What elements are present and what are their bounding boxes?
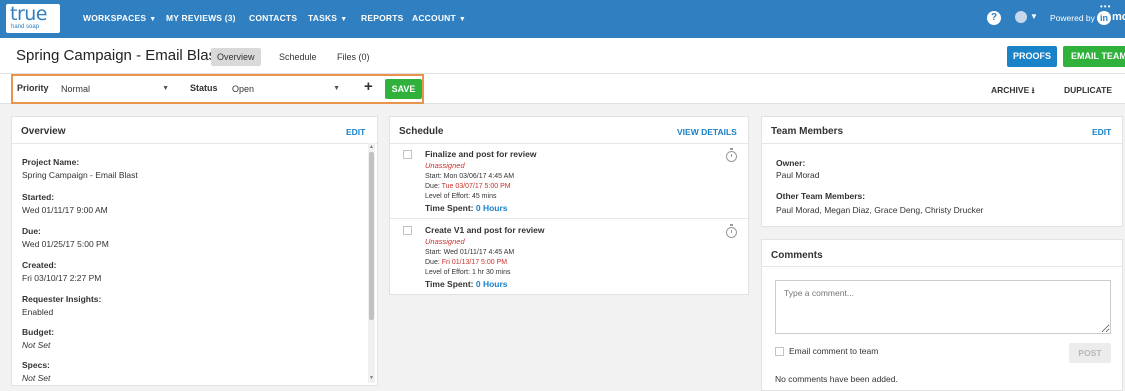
page-title: Spring Campaign - Email Blast — [16, 47, 221, 64]
email-team-button[interactable]: EMAIL TEAM — [1063, 46, 1125, 67]
brand-logo-icon: in — [1097, 11, 1111, 25]
tab-files[interactable]: Files (0) — [331, 48, 376, 66]
field-label: Created: — [22, 260, 57, 270]
overview-card: Overview EDIT Project Name: Spring Campa… — [11, 116, 378, 386]
task-name[interactable]: Create V1 and post for review — [425, 225, 545, 235]
owner-value: Paul Morad — [776, 170, 820, 180]
task-assignee: Unassigned — [425, 237, 465, 246]
field-label: Due: — [22, 226, 41, 236]
field-label: Budget: — [22, 327, 55, 337]
field-label: Requester Insights: — [22, 294, 102, 304]
field-value: Spring Campaign - Email Blast — [22, 170, 138, 180]
other-members-label: Other Team Members: — [776, 191, 866, 201]
logo-text: true — [10, 3, 48, 25]
overview-header: Overview EDIT — [12, 117, 377, 144]
stopwatch-icon[interactable] — [726, 224, 737, 238]
chevron-down-icon[interactable]: ▼ — [1030, 12, 1038, 21]
overview-edit-link[interactable]: EDIT — [346, 127, 365, 137]
stopwatch-icon[interactable] — [726, 148, 737, 162]
task-due: Due: Tue 03/07/17 5:00 PM — [425, 183, 511, 190]
task-due: Due: Fri 01/13/17 5:00 PM — [425, 259, 508, 266]
team-header: Team Members EDIT — [762, 117, 1122, 144]
tab-overview[interactable]: Overview — [211, 48, 261, 66]
task-checkbox[interactable] — [403, 150, 412, 159]
team-title: Team Members — [771, 126, 844, 137]
chevron-down-icon: ▼ — [458, 16, 467, 23]
nav-contacts[interactable]: CONTACTS — [249, 13, 297, 23]
scroll-up-icon[interactable]: ▲ — [369, 144, 374, 150]
nav-reports[interactable]: REPORTS — [361, 13, 404, 23]
view-details-link[interactable]: VIEW DETAILS — [677, 127, 737, 137]
brand-text: moti — [1112, 11, 1125, 23]
save-button[interactable]: SAVE — [385, 79, 422, 99]
proofs-button[interactable]: PROOFS — [1007, 46, 1057, 67]
user-avatar-icon[interactable] — [1015, 11, 1027, 23]
brand-dots-icon: ••• — [1100, 2, 1112, 11]
task-start: Start: Mon 03/06/17 4:45 AM — [425, 173, 515, 180]
chevron-down-icon: ▼ — [149, 16, 157, 23]
other-members-value: Paul Morad, Megan Diaz, Grace Deng, Chri… — [776, 205, 984, 215]
post-button[interactable]: POST — [1069, 343, 1111, 363]
nav-account[interactable]: ACCOUNT ▼ — [412, 13, 466, 23]
true-logo[interactable]: true hand soap — [6, 3, 60, 33]
chevron-down-icon: ▼ — [340, 16, 348, 23]
overview-title: Overview — [21, 126, 66, 137]
field-value: Wed 01/11/17 9:00 AM — [22, 205, 108, 215]
task-name[interactable]: Finalize and post for review — [425, 149, 536, 159]
task-start: Start: Wed 01/11/17 4:45 AM — [425, 249, 515, 256]
task-divider — [390, 218, 750, 219]
download-icon: ⭳ — [1031, 85, 1035, 95]
project-header: Spring Campaign - Email Blast Overview S… — [0, 38, 1125, 74]
field-value: Not Set — [22, 340, 51, 350]
task-effort: Level of Effort: 45 mins — [425, 193, 497, 200]
field-value: Enabled — [22, 307, 54, 317]
field-value: Fri 03/10/17 2:27 PM — [22, 273, 102, 283]
nav-tasks[interactable]: TASKS ▼ — [308, 13, 347, 23]
field-label: Project Name: — [22, 157, 80, 167]
duplicate-button[interactable]: DUPLICATE — [1064, 85, 1112, 95]
owner-label: Owner: — [776, 158, 806, 168]
task-assignee: Unassigned — [425, 161, 465, 170]
task-time-spent: Time Spent: 0 Hours — [425, 279, 508, 289]
task-effort: Level of Effort: 1 hr 30 mins — [425, 269, 511, 276]
task-time-spent: Time Spent: 0 Hours — [425, 203, 508, 213]
logo-subtext: hand soap — [11, 24, 40, 30]
powered-by-label: Powered by — [1050, 13, 1095, 23]
top-nav: true hand soap WORKSPACES ▼ MY REVIEWS (3… — [0, 0, 1125, 38]
scroll-down-icon[interactable]: ▼ — [369, 375, 374, 381]
comments-header: Comments — [762, 240, 1122, 267]
email-comment-label: Email comment to team — [789, 346, 879, 356]
nav-my-reviews[interactable]: MY REVIEWS (3) — [166, 13, 236, 23]
archive-button[interactable]: ARCHIVE ⭳ — [991, 85, 1035, 99]
field-label: Specs: — [22, 360, 50, 370]
schedule-card: Schedule VIEW DETAILS Finalize and post … — [389, 116, 750, 295]
nav-workspaces[interactable]: WORKSPACES ▼ — [83, 13, 156, 23]
field-value: Wed 01/25/17 5:00 PM — [22, 239, 109, 249]
comments-title: Comments — [771, 250, 823, 261]
email-team-checkbox[interactable] — [775, 347, 784, 356]
schedule-title: Schedule — [399, 126, 444, 137]
field-label: Started: — [22, 192, 55, 202]
comment-textarea[interactable] — [775, 280, 1111, 334]
team-edit-link[interactable]: EDIT — [1092, 127, 1111, 137]
highlight-box — [11, 74, 424, 104]
task-checkbox[interactable] — [403, 226, 412, 235]
team-members-card: Team Members EDIT Owner: Paul Morad Othe… — [761, 116, 1123, 227]
no-comments-text: No comments have been added. — [775, 374, 898, 384]
help-icon[interactable]: ? — [987, 11, 1001, 25]
tab-schedule[interactable]: Schedule — [273, 48, 323, 66]
overview-scroll-thumb[interactable] — [369, 152, 374, 320]
field-value: Not Set — [22, 373, 51, 383]
schedule-header: Schedule VIEW DETAILS — [390, 117, 748, 144]
